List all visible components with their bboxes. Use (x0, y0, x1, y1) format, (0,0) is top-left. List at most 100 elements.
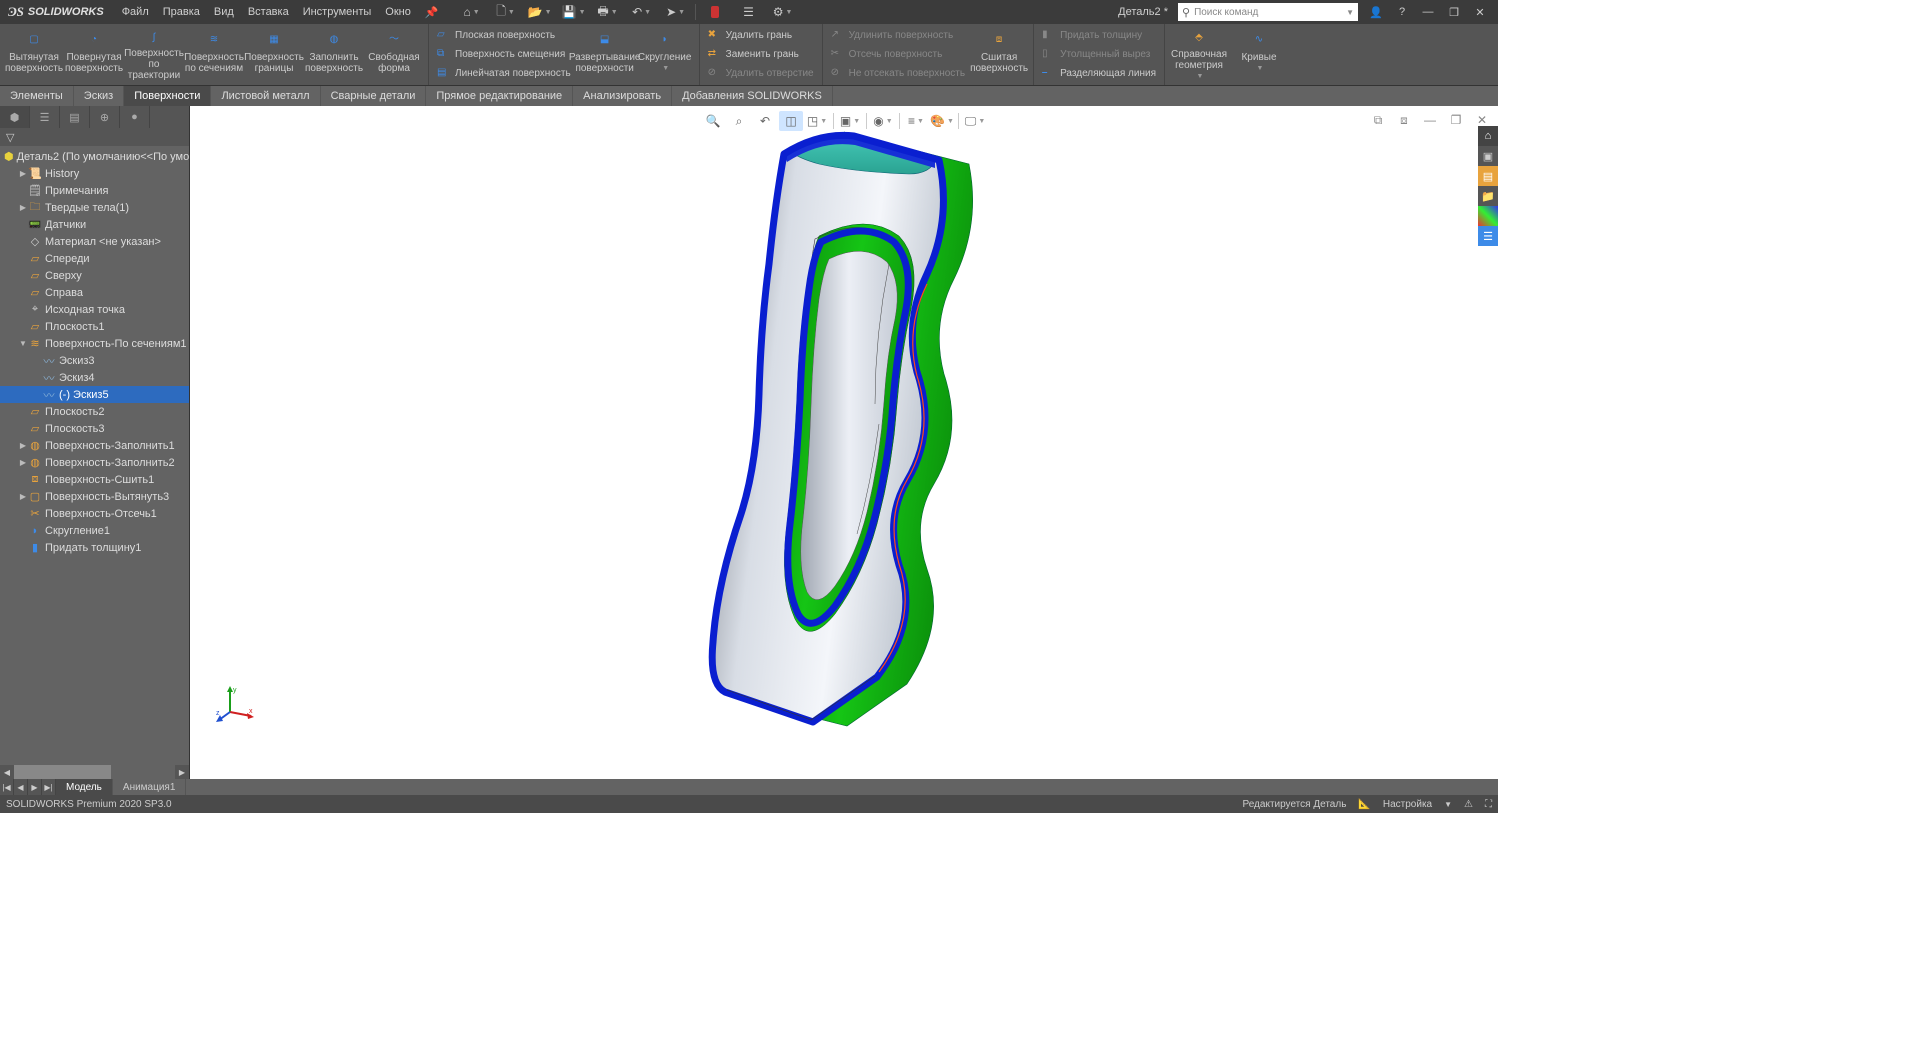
menu-insert[interactable]: Вставка (248, 6, 289, 19)
ribbon-revolved-surface[interactable]: ◔Повернутая поверхность (64, 26, 124, 83)
btab-next-icon[interactable]: ▶ (28, 779, 42, 795)
window-minimize-icon[interactable]: — (1420, 4, 1436, 20)
tree-node[interactable]: 📟Датчики (0, 216, 189, 233)
ribbon-freeform[interactable]: ～Свободная форма (364, 26, 424, 83)
qa-save-icon[interactable]: 💾▼ (559, 2, 589, 22)
btab-prev-icon[interactable]: ◀ (14, 779, 28, 795)
tree-node[interactable]: ⌖Исходная точка (0, 301, 189, 318)
tree-node[interactable]: ▱Плоскость2 (0, 403, 189, 420)
tree-node[interactable]: ✂Поверхность-Отсечь1 (0, 505, 189, 522)
qa-print-icon[interactable]: 🖶▼ (593, 2, 623, 22)
tree-tab-appearance-icon[interactable]: ● (120, 106, 150, 128)
command-search-input[interactable]: ⚲ Поиск команд ▼ (1178, 3, 1358, 21)
tab-surfaces[interactable]: Поверхности (124, 86, 211, 106)
ribbon-split-line[interactable]: ⎯Разделяющая линия (1038, 65, 1160, 83)
ribbon-flatten-surface[interactable]: ⬓Развертывание поверхности (575, 26, 635, 83)
tree-node[interactable]: ▶◍Поверхность-Заполнить1 (0, 437, 189, 454)
tab-direct-edit[interactable]: Прямое редактирование (426, 86, 573, 106)
ribbon-delete-face[interactable]: ✖Удалить грань (704, 27, 818, 45)
help-icon[interactable]: ? (1394, 4, 1410, 20)
vp-new-window-icon[interactable]: ⧉ (1366, 110, 1390, 130)
qa-undo-icon[interactable]: ↶▼ (627, 2, 657, 22)
user-icon[interactable]: 👤 (1368, 4, 1384, 20)
ribbon-boundary-surface[interactable]: ▦Поверхность границы (244, 26, 304, 83)
ribbon-knit-surface[interactable]: ⧈Сшитая поверхность (969, 26, 1029, 83)
tree-node[interactable]: ▱Плоскость3 (0, 420, 189, 437)
orientation-triad[interactable]: y x z (215, 684, 255, 724)
btab-last-icon[interactable]: ▶| (42, 779, 56, 795)
tree-node[interactable]: ▶▢Поверхность-Вытянуть3 (0, 488, 189, 505)
ribbon-offset-surface[interactable]: ⧉Поверхность смещения (433, 46, 575, 64)
qa-new-icon[interactable]: 🗋▼ (491, 2, 521, 22)
tree-node[interactable]: ⧈Поверхность-Сшить1 (0, 471, 189, 488)
qa-home-icon[interactable]: ⌂▼ (457, 2, 487, 22)
menu-file[interactable]: Файл (122, 6, 149, 19)
window-restore-icon[interactable]: ❐ (1446, 4, 1462, 20)
qa-select-icon[interactable]: ➤▼ (661, 2, 691, 22)
window-close-icon[interactable]: ✕ (1472, 4, 1488, 20)
ribbon-delete-hole[interactable]: ⊘Удалить отверстие (704, 65, 818, 83)
ribbon-ruled-surface[interactable]: ▤Линейчатая поверхность (433, 65, 575, 83)
tree-node[interactable]: ▼≋Поверхность-По сечениям1 (0, 335, 189, 352)
rt-folder-icon[interactable]: 📁 (1478, 186, 1498, 206)
tree-node[interactable]: ◇Материал <не указан> (0, 233, 189, 250)
qa-rebuild-icon[interactable] (700, 2, 730, 22)
rt-layers-icon[interactable]: ▤ (1478, 166, 1498, 186)
vp-minimize-icon[interactable]: — (1418, 110, 1442, 130)
ribbon-replace-face[interactable]: ⇄Заменить грань (704, 46, 818, 64)
tree-node[interactable]: ▶🗀Твердые тела(1) (0, 199, 189, 216)
qa-options-icon[interactable]: ☰ (734, 2, 764, 22)
tree-node[interactable]: ◗Скругление1 (0, 522, 189, 539)
tab-elements[interactable]: Элементы (0, 86, 74, 106)
menu-view[interactable]: Вид (214, 6, 234, 19)
tree-tab-feature-icon[interactable]: ⬢ (0, 106, 30, 128)
menu-tools[interactable]: Инструменты (303, 6, 372, 19)
tab-weldments[interactable]: Сварные детали (321, 86, 427, 106)
qa-settings-icon[interactable]: ⚙▼ (768, 2, 798, 22)
tab-evaluate[interactable]: Анализировать (573, 86, 672, 106)
rt-appearance-icon[interactable] (1478, 206, 1498, 226)
vp-maximize-icon[interactable]: ❐ (1444, 110, 1468, 130)
tree-node[interactable]: 〰(-) Эскиз5 (0, 386, 189, 403)
tree-node[interactable]: ▶📜History (0, 165, 189, 182)
tree-node[interactable]: ▱Сверху (0, 267, 189, 284)
menu-pin-icon[interactable]: 📌 (425, 6, 439, 19)
ribbon-reference-geometry[interactable]: ⬘Справочная геометрия▼ (1169, 26, 1229, 83)
viewport[interactable]: 🔍 ⌕ ↶ ◫ ◳▼ ▣▼ ◉▼ ≡▼ 🎨▼ 🖵▼ ⧉ ⧈ — ❐ ✕ ⌂ ▣ … (190, 106, 1498, 779)
tab-sheet-metal[interactable]: Листовой металл (211, 86, 320, 106)
tree-node[interactable]: ▶◍Поверхность-Заполнить2 (0, 454, 189, 471)
rt-cube-icon[interactable]: ▣ (1478, 146, 1498, 166)
tree-tab-property-icon[interactable]: ☰ (30, 106, 60, 128)
ribbon-planar-surface[interactable]: ▱Плоская поверхность (433, 27, 575, 45)
tree-root[interactable]: ⬢ Деталь2 (По умолчанию<<По умолч (0, 148, 189, 165)
ribbon-filled-surface[interactable]: ◍Заполнить поверхность (304, 26, 364, 83)
tree-node[interactable]: ▱Плоскость1 (0, 318, 189, 335)
tree-filter-row[interactable]: ▽ (0, 128, 189, 146)
menu-window[interactable]: Окно (385, 6, 411, 19)
tree-node[interactable]: ▱Спереди (0, 250, 189, 267)
btab-motion[interactable]: Анимация1 (113, 779, 187, 795)
btab-model[interactable]: Модель (56, 779, 113, 795)
tree-node[interactable]: ▮Придать толщину1 (0, 539, 189, 556)
ribbon-curves[interactable]: ∿Кривые▼ (1229, 26, 1289, 83)
rt-property-icon[interactable]: ☰ (1478, 226, 1498, 246)
ribbon-fillet[interactable]: ◗Скругление▼ (635, 26, 695, 83)
tree-tab-config-icon[interactable]: ▤ (60, 106, 90, 128)
status-units-icon[interactable]: 📐 (1358, 799, 1370, 810)
tree-hscrollbar[interactable]: ◀▶ (0, 765, 189, 779)
btab-first-icon[interactable]: |◀ (0, 779, 14, 795)
ribbon-swept-surface[interactable]: ∫Поверхность по траектории (124, 26, 184, 83)
tree-node[interactable]: 〰Эскиз4 (0, 369, 189, 386)
tree-node[interactable]: 🗒Примечания (0, 182, 189, 199)
ribbon-lofted-surface[interactable]: ≋Поверхность по сечениям (184, 26, 244, 83)
vp-link-icon[interactable]: ⧈ (1392, 110, 1416, 130)
tab-sketch[interactable]: Эскиз (74, 86, 124, 106)
menu-edit[interactable]: Правка (163, 6, 200, 19)
qa-open-icon[interactable]: 📂▼ (525, 2, 555, 22)
tab-addins[interactable]: Добавления SOLIDWORKS (672, 86, 833, 106)
tree-node[interactable]: 〰Эскиз3 (0, 352, 189, 369)
ribbon-extruded-surface[interactable]: ▢Вытянутая поверхность (4, 26, 64, 83)
tree-node[interactable]: ▱Справа (0, 284, 189, 301)
status-alert-icon[interactable]: ⚠ (1464, 799, 1473, 810)
tree-tab-dim-icon[interactable]: ⊕ (90, 106, 120, 128)
